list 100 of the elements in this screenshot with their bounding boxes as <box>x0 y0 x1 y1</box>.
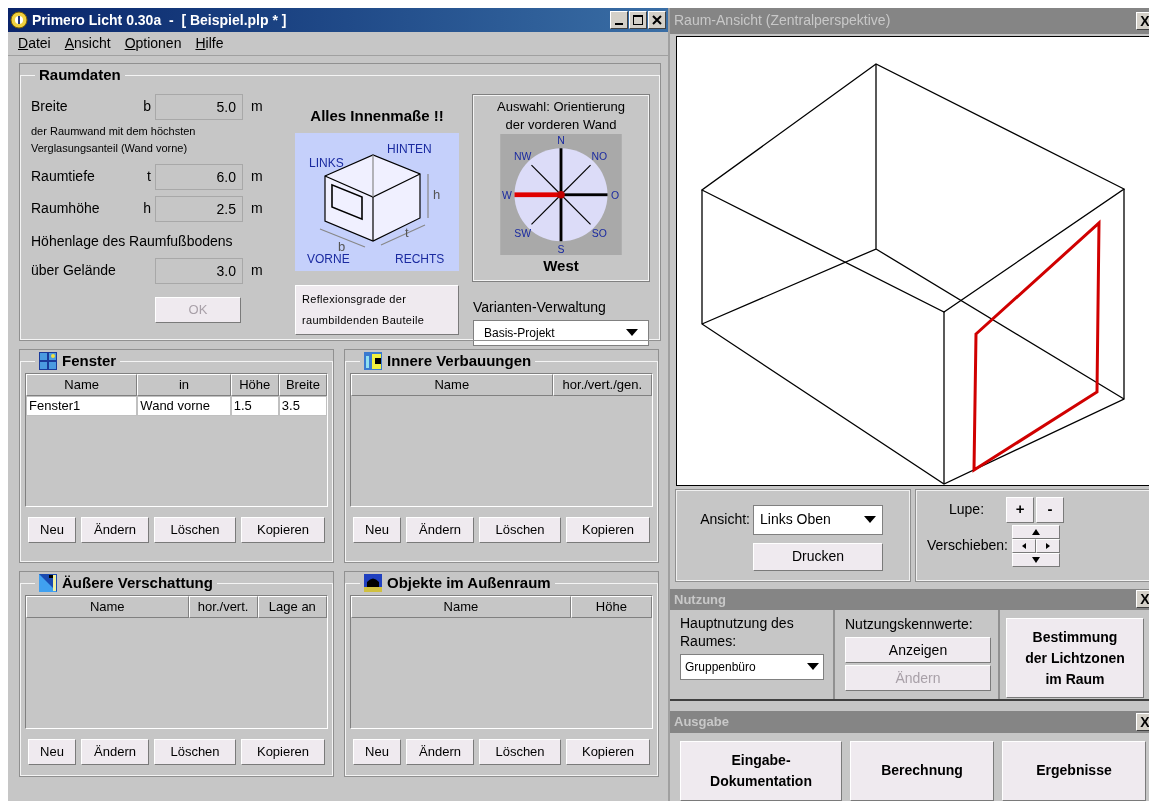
menu-item[interactable]: Optionen <box>124 33 182 54</box>
compass-label: NW <box>514 150 532 162</box>
compass-label: O <box>611 189 620 201</box>
group-title: Innere Verbauungen <box>387 351 532 371</box>
panel-button[interactable]: Ändern <box>81 738 149 765</box>
diagram-label: b <box>338 239 346 254</box>
compass-label: N <box>557 134 565 146</box>
unit-label: m <box>251 167 263 186</box>
table-cell: 1.5 <box>230 395 279 416</box>
column-header[interactable]: Breite <box>278 373 327 396</box>
panel-button[interactable]: Löschen <box>479 516 561 543</box>
compass-label: NO <box>591 150 608 162</box>
caret-icon <box>807 663 819 672</box>
panel-button[interactable]: Löschen <box>154 516 236 543</box>
print-button[interactable]: Drucken <box>753 542 883 571</box>
group-title: Äußere Verschattung <box>62 573 213 593</box>
field-label: Hauptnutzung des Raumes: <box>680 614 795 651</box>
group-title: Objekte im Außenraum <box>387 573 551 593</box>
column-header[interactable]: Name <box>351 373 553 396</box>
caret-icon <box>626 328 638 337</box>
column-header[interactable]: in <box>137 373 231 396</box>
output-button[interactable]: Berechnung <box>850 741 994 801</box>
column-header[interactable]: Name <box>351 595 571 618</box>
diagram-label: t <box>405 225 409 240</box>
column-header[interactable]: Name <box>26 595 189 618</box>
output-button[interactable]: Ergebnisse <box>1002 741 1146 801</box>
close-button[interactable]: X <box>1136 713 1149 732</box>
window-title: Ausgabe <box>674 713 729 732</box>
column-header[interactable]: Name <box>26 373 138 396</box>
value-field[interactable]: 6.0 <box>155 163 243 190</box>
minimize-button[interactable] <box>610 11 628 29</box>
column-header[interactable]: hor./vert. <box>188 595 258 618</box>
pan-up-icon <box>1031 528 1040 535</box>
minimize-icon <box>615 23 623 25</box>
panel-button[interactable]: Anzeigen <box>845 637 991 664</box>
field-symbol: t <box>146 167 152 186</box>
app-logo-icon <box>10 11 28 29</box>
lichtzonen-button[interactable]: Bestimmung der Lichtzonen im Raum <box>1006 618 1144 699</box>
value-field[interactable]: 3.0 <box>155 257 243 284</box>
panel-button[interactable]: Neu <box>28 738 76 765</box>
panel-button[interactable]: Ändern <box>406 516 474 543</box>
pan-down-icon <box>1031 556 1040 563</box>
value-field[interactable]: 5.0 <box>155 93 243 120</box>
pan-right-icon <box>1043 542 1052 549</box>
group-title: Raumdaten <box>38 65 122 85</box>
panel-button[interactable]: Ändern <box>406 738 474 765</box>
menu-item[interactable]: Ansicht <box>64 33 111 54</box>
dropdown[interactable]: Links Oben <box>753 504 883 535</box>
dropdown[interactable]: Gruppenbüro <box>680 654 824 681</box>
window-title: Primero Licht 0.30a - [ Beispiel.plp * ] <box>32 10 288 30</box>
diagram-label: h <box>433 187 441 202</box>
interior-icon <box>364 352 382 371</box>
orientation-value: West <box>543 256 579 276</box>
panel-button[interactable]: Ändern <box>81 516 149 543</box>
maximize-button[interactable] <box>629 11 647 29</box>
panel-button[interactable]: Kopieren <box>566 738 650 765</box>
zoom-out-button[interactable]: - <box>1036 496 1065 523</box>
value-field[interactable]: 2.5 <box>155 195 243 222</box>
unit-label: m <box>251 97 263 116</box>
zoom-in-button[interactable]: + <box>1006 496 1035 523</box>
panel-button[interactable]: Löschen <box>479 738 561 765</box>
field-label: Nutzungskennwerte: <box>845 615 974 635</box>
panel-button[interactable]: Neu <box>28 516 76 543</box>
compass-title: Auswahl: Orientierung der vorderen Wand <box>496 97 626 134</box>
compass-label: W <box>501 189 512 201</box>
field-label: über Gelände <box>31 261 117 280</box>
diagram-label: LINKS <box>309 156 344 170</box>
panel-button[interactable]: Kopieren <box>241 516 325 543</box>
panel-button[interactable]: Löschen <box>154 738 236 765</box>
panel-button[interactable]: Neu <box>353 516 401 543</box>
close-button[interactable]: X <box>1136 11 1149 30</box>
dropdown[interactable]: Basis-Projekt <box>473 319 649 346</box>
column-header[interactable]: Höhe <box>230 373 279 396</box>
window-icon <box>39 352 57 371</box>
close-button[interactable] <box>648 11 666 29</box>
window-title: Nutzung <box>674 590 726 609</box>
pan-up-button[interactable] <box>1011 524 1060 539</box>
field-symbol: b <box>142 97 152 116</box>
close-icon <box>652 15 662 25</box>
panel-button[interactable]: Kopieren <box>241 738 325 765</box>
compass-label: SO <box>591 227 607 239</box>
close-button[interactable]: X <box>1136 590 1149 609</box>
diagram-heading: Alles Innenmaße !! <box>310 105 444 126</box>
panel-button[interactable]: Kopieren <box>566 516 650 543</box>
field-label: Breite <box>31 97 69 116</box>
column-header[interactable]: hor./vert./gen. <box>552 373 652 396</box>
field-symbol: h <box>142 199 152 218</box>
group-title: Fenster <box>62 351 117 371</box>
output-button[interactable]: Eingabe-Dokumentation <box>680 741 842 801</box>
column-header[interactable]: Höhe <box>570 595 652 618</box>
menu-item[interactable]: Datei <box>18 33 51 54</box>
column-header[interactable]: Lage an <box>257 595 327 618</box>
reflexion-button[interactable]: Reflexionsgrade der raumbildenden Bauteile <box>295 285 459 335</box>
diagram-label: RECHTS <box>395 252 445 266</box>
field-label: Höhenlage des Raumfußbodens <box>31 231 234 251</box>
menu-item[interactable]: Hilfe <box>195 33 224 54</box>
panel-button[interactable]: Neu <box>353 738 401 765</box>
caret-icon <box>864 515 876 524</box>
field-label: Verschieben: <box>927 536 1008 556</box>
shading-icon <box>39 574 57 593</box>
